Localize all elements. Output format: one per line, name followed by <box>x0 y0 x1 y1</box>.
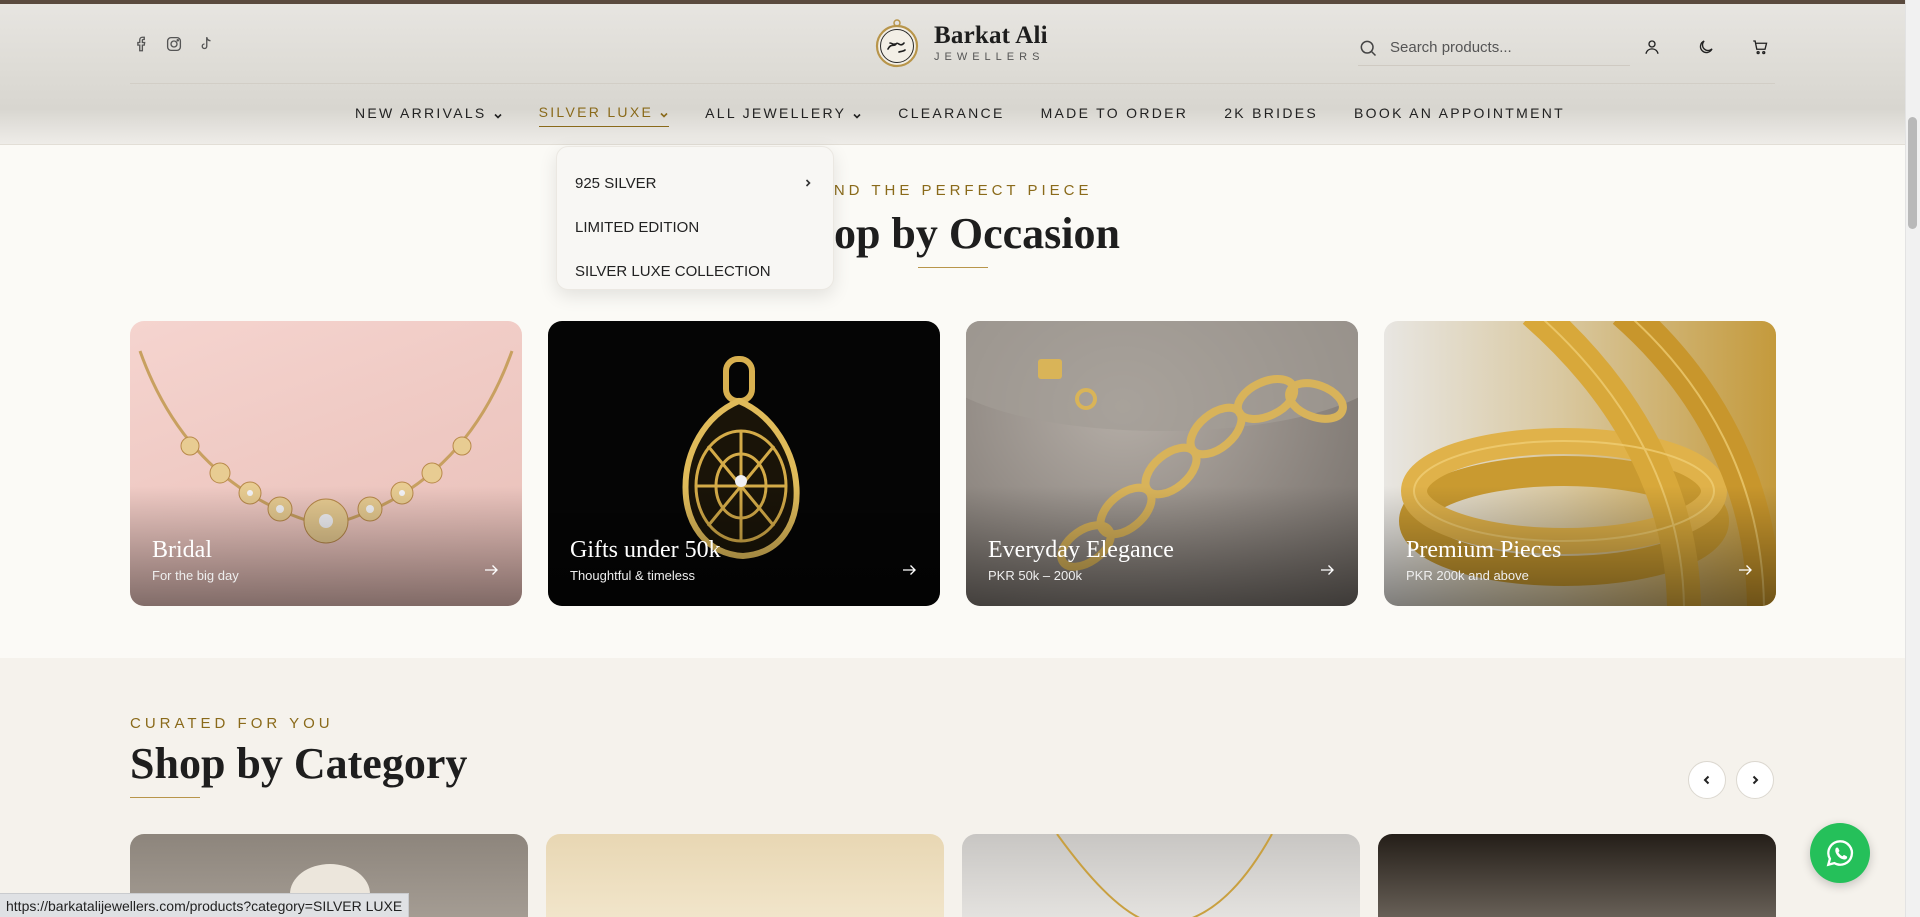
occasion-title: Shop by Occasion <box>785 209 1120 258</box>
brand-logo[interactable]: Barkat Ali JEWELLERS <box>874 18 1048 68</box>
chevron-left-icon <box>1703 775 1710 785</box>
nav-label: CLEARANCE <box>898 104 1005 121</box>
dropdown-item-limited-edition[interactable]: LIMITED EDITION <box>557 205 833 249</box>
chevron-down-icon <box>852 108 862 119</box>
category-card[interactable] <box>962 834 1360 917</box>
nav-clearance[interactable]: CLEARANCE <box>898 104 1004 127</box>
category-image <box>1056 834 1273 917</box>
nav-silver-luxe[interactable]: SILVER LUXE <box>538 104 670 127</box>
user-icon[interactable] <box>1640 35 1664 59</box>
card-subtitle: Thoughtful & timeless <box>570 568 696 583</box>
brand-name: Barkat Ali <box>934 22 1048 49</box>
search-bar <box>1358 30 1630 66</box>
occasion-card-bridal[interactable]: Bridal For the big day <box>130 321 522 606</box>
card-subtitle: PKR 50k – 200k <box>988 568 1082 583</box>
arrow-right-icon <box>482 561 500 579</box>
silver-luxe-dropdown: 925 SILVER LIMITED EDITION SILVER LUXE C… <box>556 146 834 290</box>
main-navigation: NEW ARRIVALS SILVER LUXE ALL JEWELLERY C… <box>0 104 1920 127</box>
dropdown-item-label: LIMITED EDITION <box>575 218 700 236</box>
whatsapp-icon <box>1826 840 1854 867</box>
header-actions <box>1640 35 1772 59</box>
nav-label: MADE TO ORDER <box>1040 104 1189 121</box>
card-title: Bridal <box>152 537 212 563</box>
site-header: Barkat Ali JEWELLERS NEW ARRIVALS SILVER… <box>0 4 1920 145</box>
chevron-right-icon <box>805 179 811 187</box>
category-eyebrow: CURATED FOR YOU <box>130 715 334 732</box>
category-title-underline <box>130 797 200 798</box>
nav-label: SILVER LUXE <box>538 104 654 120</box>
tiktok-icon[interactable] <box>196 34 216 54</box>
card-subtitle: For the big day <box>152 568 239 583</box>
whatsapp-chat-button[interactable] <box>1810 823 1870 883</box>
instagram-icon[interactable] <box>164 34 184 54</box>
occasion-eyebrow: FIND THE PERFECT PIECE <box>812 182 1093 199</box>
card-title: Everyday Elegance <box>988 537 1174 563</box>
nav-made-to-order[interactable]: MADE TO ORDER <box>1041 104 1189 127</box>
browser-status-url: https://barkatalijewellers.com/products?… <box>0 893 410 917</box>
arrow-right-icon <box>900 561 918 579</box>
facebook-icon[interactable] <box>132 34 152 54</box>
brand-subtitle: JEWELLERS <box>934 51 1045 63</box>
nav-label: ALL JEWELLERY <box>705 104 847 121</box>
category-title: Shop by Category <box>130 739 468 788</box>
cart-icon[interactable] <box>1748 35 1772 59</box>
category-card[interactable] <box>546 834 944 917</box>
nav-book-appointment[interactable]: BOOK AN APPOINTMENT <box>1354 104 1565 127</box>
social-links <box>132 34 216 54</box>
chevron-down-icon <box>493 108 503 119</box>
occasion-card-everyday[interactable]: Everyday Elegance PKR 50k – 200k <box>966 321 1358 606</box>
search-icon[interactable] <box>1358 38 1378 58</box>
nav-label: 2K BRIDES <box>1224 104 1319 121</box>
nav-new-arrivals[interactable]: NEW ARRIVALS <box>355 104 503 127</box>
nav-label: NEW ARRIVALS <box>354 104 487 121</box>
chevron-down-icon <box>659 107 669 118</box>
dropdown-item-label: SILVER LUXE COLLECTION <box>575 262 771 280</box>
occasion-card-gifts[interactable]: Gifts under 50k Thoughtful & timeless <box>548 321 940 606</box>
dropdown-item-925-silver[interactable]: 925 SILVER <box>557 161 833 205</box>
nav-label: BOOK AN APPOINTMENT <box>1354 104 1566 121</box>
search-input[interactable] <box>1390 39 1610 56</box>
occasion-card-premium[interactable]: Premium Pieces PKR 200k and above <box>1384 321 1776 606</box>
occasion-title-underline <box>918 267 988 268</box>
card-title: Premium Pieces <box>1406 537 1562 563</box>
header-divider <box>130 83 1775 84</box>
nav-2k-brides[interactable]: 2K BRIDES <box>1224 104 1318 127</box>
card-subtitle: PKR 200k and above <box>1406 568 1529 583</box>
logo-emblem-icon <box>874 18 920 68</box>
carousel-prev-button[interactable] <box>1688 761 1726 799</box>
nav-all-jewellery[interactable]: ALL JEWELLERY <box>705 104 862 127</box>
carousel-next-button[interactable] <box>1736 761 1774 799</box>
page-scrollbar-thumb[interactable] <box>1908 117 1917 229</box>
arrow-right-icon <box>1736 561 1754 579</box>
chevron-right-icon <box>1752 775 1759 785</box>
category-card[interactable] <box>1378 834 1776 917</box>
card-title: Gifts under 50k <box>570 537 721 563</box>
moon-icon[interactable] <box>1694 35 1718 59</box>
dropdown-item-label: 925 SILVER <box>575 174 657 192</box>
arrow-right-icon <box>1318 561 1336 579</box>
dropdown-item-silver-luxe-collection[interactable]: SILVER LUXE COLLECTION <box>557 249 833 293</box>
